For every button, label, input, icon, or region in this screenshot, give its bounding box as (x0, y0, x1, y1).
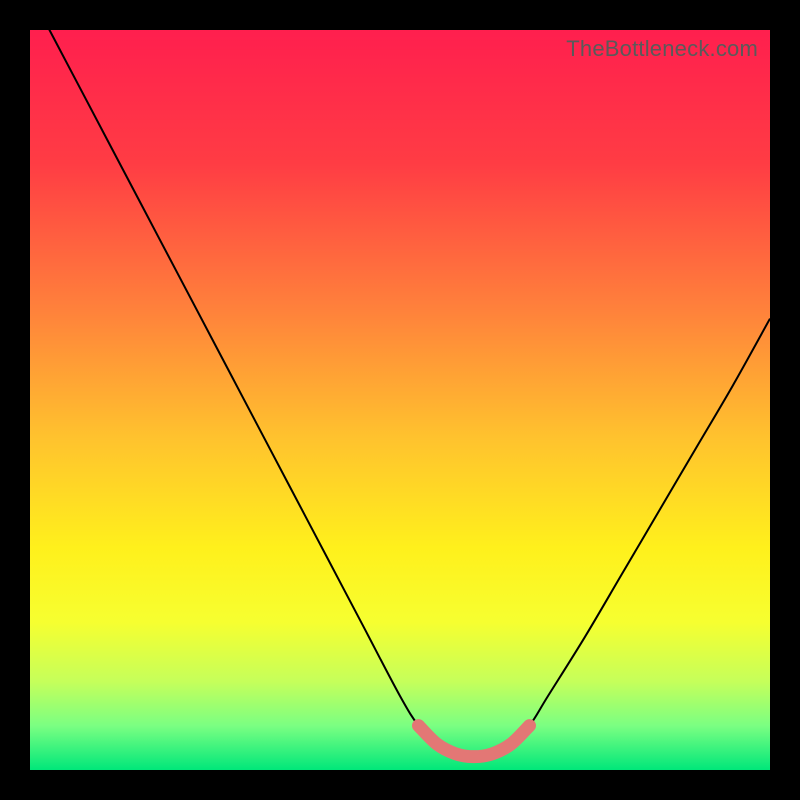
chart-frame: TheBottleneck.com (0, 0, 800, 800)
curve-overlay (30, 30, 770, 770)
bottleneck-curve (30, 30, 770, 757)
plot-area: TheBottleneck.com (30, 30, 770, 770)
valley-highlight (419, 726, 530, 757)
